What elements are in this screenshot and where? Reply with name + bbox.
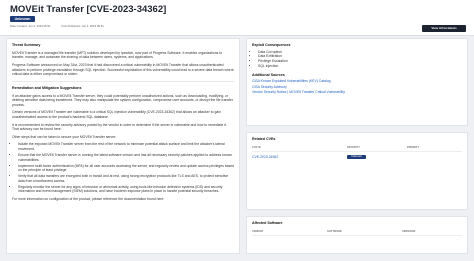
status-badge: Unknown [10, 16, 35, 22]
table-row: CVE-2023-34362 Unknown [252, 152, 462, 161]
affected-software-card: Affected Software VENDOR SOFTWARE VERSIO… [246, 216, 468, 254]
remediation-paragraph: If an attacker gains access to a MOVEit … [12, 93, 234, 107]
consequences-list: Data Corruption Data Exfiltration Privil… [258, 50, 462, 68]
first-published: First Published: Jun 2, 2023 06:51 [61, 24, 104, 28]
remediation-title: Remediation and Mitigation Suggestions [12, 85, 82, 90]
related-cves-card: Related CVEs CVE ID SEVERITY PRIORITY CV… [246, 132, 468, 210]
page-header: MOVEit Transfer [CVE-2023-34362] Unknown… [0, 0, 474, 36]
severity-badge: Unknown [347, 154, 366, 160]
list-item: Implement multi-factor authentication (M… [18, 164, 234, 173]
view-all-incidents-button[interactable]: View All Incidents [422, 25, 466, 32]
remediation-paragraph: Certain versions of MOVEit Transfer are … [12, 110, 221, 120]
cve-link[interactable]: CVE-2023-34362 [252, 155, 278, 159]
list-item: Verify that all data transfers are encry… [18, 174, 234, 183]
remediation-paragraph: Other steps that can be taken to secure … [12, 134, 117, 139]
column-header[interactable]: SEVERITY [347, 146, 407, 150]
list-item: Isolate the exposed MOVEit Transfer serv… [18, 142, 234, 151]
list-item: Regularly monitor the server for any sig… [18, 185, 234, 194]
section-divider [12, 80, 234, 82]
column-header[interactable]: VENDOR [252, 230, 327, 234]
threat-summary-title: Threat Summary [12, 43, 41, 47]
list-item: Ensure that the MOVEit Transfer server i… [18, 153, 234, 162]
summary-paragraph: MOVEit Transfer is a managed file transf… [12, 50, 223, 60]
table-header: VENDOR SOFTWARE VERSIONS [252, 230, 462, 237]
incident-meta: Date Created: Jun 2, 2023 06:51 First Pu… [10, 24, 114, 29]
column-header[interactable]: PRIORITY [407, 146, 462, 150]
source-link[interactable]: Vendor Security Notice | MOVEit Transfer… [252, 90, 462, 95]
source-link[interactable]: CISA Known Exploited Vulnerabilities (KE… [252, 79, 462, 84]
date-created: Date Created: Jun 2, 2023 06:51 [10, 24, 51, 28]
documentation-note: For more information on configuration of… [12, 196, 165, 201]
affected-software-title: Affected Software [252, 221, 283, 225]
column-header[interactable]: CVE ID [252, 146, 347, 150]
threat-summary-card: Threat Summary MOVEit Transfer is a mana… [6, 38, 240, 254]
summary-paragraph: Progress Software announced on May 31st,… [12, 63, 234, 77]
source-link[interactable]: CISA Security Advisory [252, 85, 462, 90]
remediation-steps-list: Isolate the exposed MOVEit Transfer serv… [18, 142, 234, 194]
list-item: SQL Injection [258, 64, 462, 69]
remediation-paragraph: It is recommended to review the security… [12, 122, 227, 132]
related-cves-title: Related CVEs [252, 137, 276, 141]
page-title: MOVEit Transfer [CVE-2023-34362] [10, 4, 167, 15]
column-header[interactable]: VERSIONS [402, 230, 462, 234]
additional-sources-title: Additional Sources [252, 73, 285, 78]
column-header[interactable]: SOFTWARE [327, 230, 402, 234]
exploit-consequences-title: Exploit Consequences [252, 43, 291, 47]
exploit-consequences-card: Exploit Consequences Data Corruption Dat… [246, 38, 468, 126]
